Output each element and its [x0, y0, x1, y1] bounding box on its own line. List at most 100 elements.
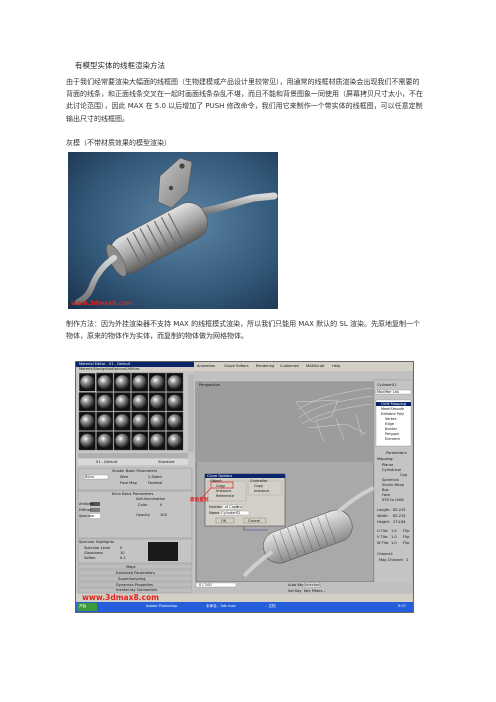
v-tile-value[interactable]: 1.0 [391, 535, 397, 539]
mapping-face[interactable]: Face [382, 493, 390, 497]
u-flip[interactable]: Flip [403, 529, 409, 533]
mapping-xyz-to-uvw[interactable]: XYZ to UVW [382, 498, 404, 502]
dim-width-label: Width: [377, 514, 389, 518]
controller-option-copy[interactable]: Copy [254, 484, 263, 488]
mapping-cylindrical[interactable]: Cylindrical [382, 468, 401, 472]
mapping-spherical[interactable]: Spherical [382, 478, 399, 482]
shader-select[interactable]: Blinn [85, 475, 94, 479]
intro-paragraph: 由于我们经常要渲染大幅面的线框图（生物建模或产品设计里较常见），用通常的线框材质… [66, 78, 423, 123]
material-sphere [132, 394, 147, 409]
w-tile-value[interactable]: 1.0 [391, 541, 397, 545]
muffler-render-drawing [68, 152, 278, 309]
material-editor-menu-options[interactable]: Options [112, 367, 126, 371]
stack-border[interactable]: Border [385, 427, 397, 431]
taskbar-item-doc[interactable]: - 文档 [266, 604, 276, 609]
clone-name-field[interactable]: Cylinder02 [221, 511, 240, 515]
menu-maxscript[interactable]: MAXScript [306, 364, 324, 368]
rollout-supersampling[interactable]: SuperSampling [118, 577, 145, 581]
rollout-mentalray[interactable]: mental ray Connection [116, 588, 157, 592]
rollout-extended[interactable]: Extended Parameters [116, 571, 155, 575]
mapping-planar[interactable]: Planar [382, 463, 393, 467]
shader-option-faceted[interactable]: Faceted [148, 481, 162, 485]
spec-level-value[interactable]: 0 [120, 546, 122, 550]
material-editor-menu-material[interactable]: Material [79, 367, 94, 371]
menu-animation[interactable]: Animation [197, 364, 215, 368]
figure1-caption: 灰模（不带材质效果的模型渲染） [66, 139, 171, 147]
soften-label: Soften [84, 556, 96, 560]
clone-cancel-button[interactable]: Cancel [248, 519, 260, 523]
stack-meshsmooth[interactable]: MeshSmooth [381, 407, 404, 411]
mapping-shrink-wrap[interactable]: Shrink Wrap [382, 483, 404, 487]
material-sphere [80, 433, 95, 448]
channel-ambient[interactable]: Ambient [79, 502, 94, 506]
material-type-button[interactable]: Standard [158, 460, 174, 464]
material-sphere [115, 375, 130, 390]
stack-edge[interactable]: Edge [385, 422, 394, 426]
map-channel-label[interactable]: Map Channel: [379, 558, 404, 562]
material-name-field[interactable]: 01 - Default [96, 460, 117, 464]
modifier-list[interactable]: Modifier List [377, 390, 399, 394]
clone-option-copy[interactable]: Copy [216, 484, 225, 488]
w-flip[interactable]: Flip [403, 541, 409, 545]
stack-polygon[interactable]: Polygon [385, 432, 399, 436]
start-button[interactable]: 开始 [79, 604, 86, 609]
material-sphere [97, 414, 112, 429]
menu-rendering[interactable]: Rendering [256, 364, 274, 368]
spec-level-label: Specular Level [84, 546, 111, 550]
controller-option-instance[interactable]: Instance [254, 489, 269, 493]
soften-value[interactable]: 0.1 [120, 556, 126, 560]
channel-title: Channel: [377, 552, 393, 556]
shader-option-2sided[interactable]: 2-Sided [148, 475, 162, 479]
taskbar-item-photoshop[interactable]: Adobe Photoshop [146, 604, 177, 608]
channel-diffuse[interactable]: Diffuse [79, 508, 92, 512]
dim-length-value[interactable]: 80.215 [393, 508, 406, 512]
menu-customize[interactable]: Customize [280, 364, 299, 368]
menu-graph-editors[interactable]: Graph Editors [224, 364, 249, 368]
set-key-button[interactable]: Set Key [288, 589, 302, 593]
menu-help[interactable]: Help [332, 364, 340, 368]
channel-specular[interactable]: Specular [79, 514, 95, 518]
shader-option-facemap[interactable]: Face Map [120, 481, 137, 485]
viewport-label[interactable]: Perspective [199, 383, 220, 387]
material-editor-menu-utilities[interactable]: Utilities [126, 367, 140, 371]
time-slider-frame[interactable]: 0 / 100 [199, 583, 212, 587]
shader-rollout-title[interactable]: Shader Basic Parameters [112, 469, 157, 473]
taskbar-item-max[interactable]: 未命名 - 3ds max [206, 604, 236, 609]
page-title: 有模型实体的线框渲染方法 [75, 61, 165, 70]
clone-option-reference[interactable]: Reference [216, 494, 234, 498]
auto-key-button[interactable]: Auto Key [288, 583, 304, 587]
mapping-box[interactable]: Box [382, 488, 389, 492]
stack-uvw-mapping[interactable]: UVW Mapping [381, 402, 406, 406]
material-sphere [167, 414, 182, 429]
glossiness-label: Glossiness [84, 551, 103, 555]
blinn-rollout-title[interactable]: Blinn Basic Parameters [112, 492, 153, 496]
v-flip[interactable]: Flip [403, 535, 409, 539]
clone-option-instance[interactable]: Instance [216, 489, 231, 493]
object-name-field[interactable]: Cylinder01 [377, 383, 396, 387]
opacity-value[interactable]: 100 [160, 513, 167, 517]
color-value[interactable]: 0 [160, 503, 162, 507]
copies-value[interactable]: 1 [236, 505, 238, 509]
mapping-cap[interactable]: Cap [400, 473, 407, 477]
taskbar-clock: 9:07 [398, 604, 407, 608]
stack-editable-poly[interactable]: Editable Poly [381, 412, 404, 416]
u-tile-value[interactable]: 1.0 [391, 529, 397, 533]
clone-ok-button[interactable]: OK [221, 519, 226, 523]
params-title[interactable]: Parameters [386, 451, 407, 455]
rollout-maps[interactable]: Maps [126, 565, 135, 569]
stack-vertex[interactable]: Vertex [385, 417, 397, 421]
key-filters-button[interactable]: Key Filters... [304, 589, 326, 593]
map-channel-value[interactable]: 1 [406, 558, 408, 562]
rollout-dynamics[interactable]: Dynamics Properties [116, 583, 153, 587]
material-sphere [97, 433, 112, 448]
material-sphere [80, 414, 95, 429]
shader-option-wire[interactable]: Wire [120, 475, 128, 479]
dim-width-value[interactable]: 80.215 [393, 514, 406, 518]
glossiness-value[interactable]: 10 [120, 551, 125, 555]
stack-element[interactable]: Element [385, 437, 400, 441]
material-editor-menu-navigation[interactable]: Navigation [94, 367, 113, 371]
max-screenshot-image: Material Editor - 01 - Default Material … [75, 361, 414, 613]
dim-height-value[interactable]: 274.84 [393, 520, 406, 524]
watermark-text: www.3dmax8.com [71, 300, 133, 307]
selected-dropdown[interactable]: Selected [304, 583, 320, 587]
